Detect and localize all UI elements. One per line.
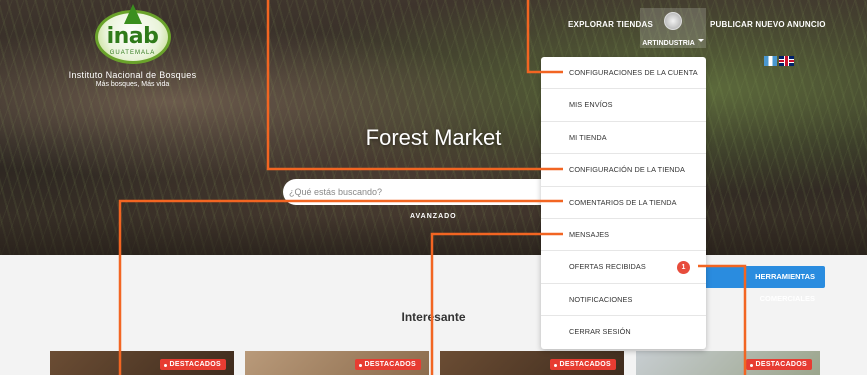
advanced-search-link[interactable]: AVANZADO: [410, 213, 457, 220]
top-navigation: EXPLORAR TIENDAS ARTINDUSTRIA PUBLICAR N…: [0, 8, 867, 48]
language-switcher: [764, 56, 794, 66]
menu-item-logout[interactable]: CERRAR SESIÓN: [541, 316, 706, 348]
user-menu-toggle[interactable]: ARTINDUSTRIA: [640, 8, 706, 48]
user-name: ARTINDUSTRIA: [642, 40, 695, 47]
search-box: [283, 179, 543, 205]
org-name: Instituto Nacional de Bosques: [68, 70, 197, 80]
menu-item-account-settings[interactable]: CONFIGURACIONES DE LA CUENTA: [541, 57, 706, 90]
featured-badge: DESTACADOS: [745, 359, 812, 370]
featured-badge: DESTACADOS: [159, 359, 226, 370]
caret-down-icon: [697, 39, 704, 43]
menu-item-notifications[interactable]: NOTIFICACIONES: [541, 284, 706, 317]
menu-item-my-store[interactable]: MI TIENDA: [541, 122, 706, 155]
menu-item-received-offers[interactable]: OFERTAS RECIBIDAS 1: [541, 251, 706, 284]
menu-item-label: OFERTAS RECIBIDAS: [569, 262, 646, 272]
featured-card[interactable]: DESTACADOS: [245, 351, 429, 375]
page-title: Forest Market: [365, 125, 502, 150]
featured-card[interactable]: DESTACADOS: [50, 351, 234, 375]
business-tools-button[interactable]: HERRAMIENTAS COMERCIALES: [700, 266, 825, 303]
guatemala-flag-icon[interactable]: [764, 56, 777, 66]
featured-badge: DESTACADOS: [354, 359, 421, 370]
search-input[interactable]: [283, 179, 543, 205]
menu-item-store-reviews[interactable]: COMENTARIOS DE LA TIENDA: [541, 187, 706, 219]
menu-item-messages[interactable]: MENSAJES: [541, 219, 706, 252]
section-title: Interesante: [401, 310, 466, 324]
menu-item-my-shipments[interactable]: MIS ENVÍOS: [541, 89, 706, 122]
uk-flag-icon[interactable]: [779, 56, 794, 66]
featured-badge: DESTACADOS: [549, 359, 616, 370]
user-dropdown-menu: CONFIGURACIONES DE LA CUENTA MIS ENVÍOS …: [541, 57, 706, 349]
publish-listing-link[interactable]: PUBLICAR NUEVO ANUNCIO: [710, 20, 826, 29]
avatar: [664, 12, 682, 30]
featured-card[interactable]: DESTACADOS: [636, 351, 820, 375]
offers-count-badge: 1: [677, 261, 690, 275]
featured-card[interactable]: DESTACADOS: [440, 351, 624, 375]
menu-item-store-settings[interactable]: CONFIGURACIÓN DE LA TIENDA: [541, 154, 706, 187]
org-slogan: Más bosques, Más vida: [95, 81, 170, 88]
